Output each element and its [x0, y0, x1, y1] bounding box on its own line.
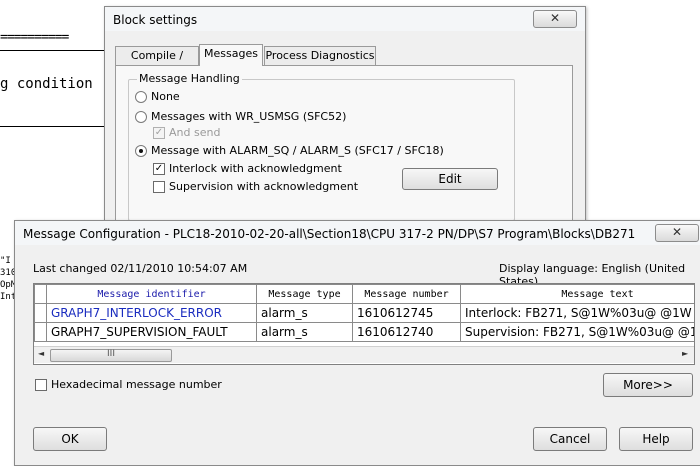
- editor-divider: [0, 126, 110, 127]
- column-message-type[interactable]: Message type: [256, 284, 353, 304]
- column-message-number[interactable]: Message number: [352, 284, 461, 304]
- more-button[interactable]: More>>: [603, 373, 693, 397]
- scroll-thumb[interactable]: III: [50, 349, 172, 362]
- message-handling-group: Message Handling None Messages with WR_U…: [128, 72, 515, 221]
- row-selector[interactable]: [34, 322, 47, 342]
- tab-messages[interactable]: Messages: [199, 44, 263, 66]
- message-configuration-titlebar: Message Configuration - PLC18-2010-02-20…: [15, 221, 700, 245]
- checkbox-hex-number[interactable]: [35, 379, 47, 391]
- cancel-button[interactable]: Cancel: [533, 427, 607, 451]
- option-hex-number-label: Hexadecimal message number: [51, 378, 222, 391]
- cell-message-number[interactable]: 1610612740: [352, 322, 461, 342]
- editor-condition-text: g condition: [0, 76, 93, 92]
- cell-message-type[interactable]: alarm_s: [256, 303, 353, 323]
- editor-separator-text: ==========: [0, 30, 69, 45]
- last-changed-text: Last changed 02/11/2010 10:54:07 AM: [33, 262, 248, 275]
- option-interlock-ack-label: Interlock with acknowledgment: [169, 162, 342, 175]
- option-supervision-ack-label: Supervision with acknowledgment: [169, 180, 359, 193]
- tab-process-diagnostics[interactable]: Process Diagnostics: [264, 46, 376, 65]
- radio-wr-usmsg[interactable]: [135, 111, 147, 123]
- cell-message-number[interactable]: 1610612745: [352, 303, 461, 323]
- option-and-send-label: And send: [169, 126, 221, 139]
- ok-button[interactable]: OK: [33, 427, 107, 451]
- cell-message-type[interactable]: alarm_s: [256, 322, 353, 342]
- row-selector[interactable]: [34, 303, 47, 323]
- option-alarm-sq-label: Message with ALARM_SQ / ALARM_S (SFC17 /…: [151, 144, 444, 157]
- tab-compile-save[interactable]: Compile / Save: [115, 46, 199, 80]
- column-message-text[interactable]: Message text: [460, 284, 694, 304]
- option-wr-usmsg-label: Messages with WR_USMSG (SFC52): [151, 110, 347, 123]
- radio-none[interactable]: [135, 91, 147, 103]
- block-settings-title: Block settings: [113, 13, 198, 27]
- message-configuration-dialog: Message Configuration - PLC18-2010-02-20…: [14, 220, 700, 466]
- checkbox-and-send: ✓: [153, 127, 165, 139]
- radio-alarm-sq[interactable]: [135, 145, 147, 157]
- table-header-row: Message identifier Message type Message …: [34, 284, 694, 304]
- horizontal-scrollbar[interactable]: ◄ III ►: [34, 346, 694, 363]
- message-configuration-close-button[interactable]: ✕: [655, 224, 699, 242]
- message-handling-label: Message Handling: [137, 72, 242, 85]
- table-row[interactable]: GRAPH7_INTERLOCK_ERROR alarm_s 161061274…: [34, 303, 694, 323]
- scroll-right-icon[interactable]: ►: [682, 349, 688, 358]
- editor-divider: [0, 50, 110, 51]
- help-button[interactable]: Help: [619, 427, 693, 451]
- option-none-label: None: [151, 90, 180, 103]
- column-message-identifier[interactable]: Message identifier: [46, 284, 257, 304]
- table-row[interactable]: GRAPH7_SUPERVISION_FAULT alarm_s 1610612…: [34, 322, 694, 342]
- block-settings-titlebar: Block settings ✕: [105, 7, 585, 31]
- block-settings-close-button[interactable]: ✕: [533, 10, 577, 28]
- cell-message-identifier[interactable]: GRAPH7_INTERLOCK_ERROR: [46, 303, 257, 323]
- checkbox-supervision-ack[interactable]: [153, 181, 165, 193]
- cell-message-text[interactable]: Supervision: FB271, S@1W%03u@ @1W: [460, 322, 694, 342]
- scroll-left-icon[interactable]: ◄: [38, 349, 44, 358]
- message-table: Message identifier Message type Message …: [33, 283, 695, 365]
- cell-message-text[interactable]: Interlock: FB271, S@1W%03u@ @1W: [460, 303, 694, 323]
- editor-fragment: "I: [0, 256, 11, 266]
- cell-message-identifier[interactable]: GRAPH7_SUPERVISION_FAULT: [46, 322, 257, 342]
- checkbox-interlock-ack[interactable]: ✓: [153, 163, 165, 175]
- edit-button[interactable]: Edit: [402, 168, 498, 190]
- message-configuration-title: Message Configuration - PLC18-2010-02-20…: [23, 227, 636, 241]
- row-selector-header: [34, 284, 47, 304]
